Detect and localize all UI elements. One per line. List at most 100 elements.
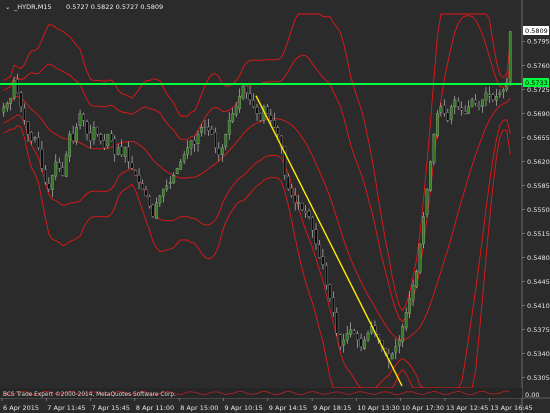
subwindow-zero-label: 0.00: [525, 391, 539, 399]
candle-body: [85, 121, 89, 135]
candle-body: [182, 154, 186, 162]
candle-body: [300, 202, 304, 210]
candle-body: [321, 256, 325, 265]
candle-body: [342, 339, 346, 346]
candle-body: [481, 99, 484, 107]
price-tick-label: 0.5480: [527, 254, 550, 262]
candle-body: [175, 168, 179, 174]
candle-body: [99, 134, 103, 142]
candle-body: [394, 346, 398, 353]
chart-collapse-arrow[interactable]: ⌄: [5, 3, 10, 11]
time-tick-label: 9 Apr 10:15: [225, 404, 263, 412]
candle-body: [120, 146, 124, 155]
candle-body: [488, 94, 491, 97]
ohlc-readout: 0.5727 0.5822 0.5727 0.5809: [66, 3, 163, 11]
candle-body: [207, 126, 210, 131]
candle-body: [155, 202, 158, 219]
candle-body: [210, 129, 214, 135]
price-tick-label: 0.5655: [527, 134, 550, 142]
chart-background: [0, 0, 550, 413]
candle-body: [404, 312, 408, 329]
candle-body: [252, 100, 255, 107]
candle-body: [231, 113, 235, 122]
candle-body: [411, 284, 415, 301]
candle-body: [217, 148, 221, 155]
candle-body: [359, 338, 363, 347]
candle-body: [50, 175, 54, 190]
candle-body: [259, 113, 262, 121]
candle-body: [23, 107, 26, 121]
candle-body: [397, 339, 401, 346]
candle-body: [290, 187, 294, 197]
price-tick-label: 0.5690: [527, 110, 550, 118]
price-tick-label: 0.5795: [527, 38, 550, 46]
candle-body: [37, 137, 40, 148]
candle-body: [2, 106, 6, 113]
candle-body: [141, 183, 144, 190]
candle-body: [106, 133, 110, 147]
candle-body: [495, 96, 498, 101]
candle-body: [179, 161, 183, 170]
candle-body: [113, 138, 117, 155]
time-tick-label: 7 Apr 11:45: [47, 404, 85, 412]
candle-body: [33, 137, 37, 140]
candle-body: [436, 113, 439, 136]
candle-body: [75, 127, 78, 142]
candle-body: [345, 332, 349, 341]
candle-body: [418, 243, 422, 273]
candle-body: [172, 175, 176, 184]
candle-body: [19, 92, 23, 107]
candle-body: [439, 106, 443, 113]
symbol-label: _HYDR,M15: [13, 3, 52, 11]
candle-body: [165, 185, 169, 190]
candle-body: [442, 104, 446, 114]
candle-body: [408, 298, 412, 314]
candle-body: [269, 115, 273, 121]
candle-body: [255, 107, 259, 114]
candle-body: [224, 133, 228, 148]
candle-body: [508, 31, 512, 83]
copyright-text: BCS Trade Expert ©2000-2014, MetaQuotes …: [3, 391, 176, 398]
candle-body: [415, 271, 418, 288]
candle-body: [453, 99, 457, 108]
candle-body: [189, 140, 193, 149]
candle-body: [349, 329, 353, 335]
candle-body: [54, 161, 58, 177]
candle-body: [168, 181, 172, 184]
candle-body: [338, 334, 342, 347]
candle-body: [276, 127, 280, 135]
candle-body: [297, 202, 300, 204]
candle-body: [82, 114, 85, 121]
candle-body: [470, 99, 474, 108]
time-tick-label: 13 Apr 12:45: [446, 404, 488, 412]
time-tick-label: 8 Apr 15:00: [180, 404, 218, 412]
chart-canvas[interactable]: ⌄ _HYDR,M15 0.5727 0.5822 0.5727 0.5809 …: [0, 0, 550, 413]
candle-body: [234, 106, 238, 115]
candle-body: [331, 297, 335, 313]
candle-body: [26, 121, 30, 135]
price-chart[interactable]: ⌄ _HYDR,M15 0.5727 0.5822 0.5727 0.5809 …: [0, 0, 550, 413]
price-tick-label: 0.5760: [527, 62, 550, 70]
candle-body: [304, 210, 307, 214]
time-tick-label: 9 Apr 14:15: [269, 404, 307, 412]
candle-body: [109, 133, 113, 142]
candle-body: [432, 133, 436, 163]
level-price-label: 0.5733: [525, 79, 548, 87]
candle-body: [484, 92, 488, 101]
candle-body: [161, 188, 165, 197]
candle-body: [456, 101, 460, 107]
candle-body: [272, 119, 276, 128]
candle-body: [498, 92, 502, 95]
candle-body: [314, 229, 318, 245]
candle-body: [474, 99, 477, 104]
candle-body: [68, 133, 72, 157]
candle-body: [89, 132, 92, 142]
price-tick-label: 0.5410: [527, 302, 550, 310]
candle-body: [241, 85, 245, 99]
price-tick-label: 0.5620: [527, 158, 550, 166]
candle-body: [144, 189, 148, 197]
candle-body: [137, 174, 141, 183]
candle-body: [449, 106, 453, 120]
price-tick-label: 0.5550: [527, 206, 550, 214]
time-tick-label: 7 Apr 15:45: [92, 404, 130, 412]
